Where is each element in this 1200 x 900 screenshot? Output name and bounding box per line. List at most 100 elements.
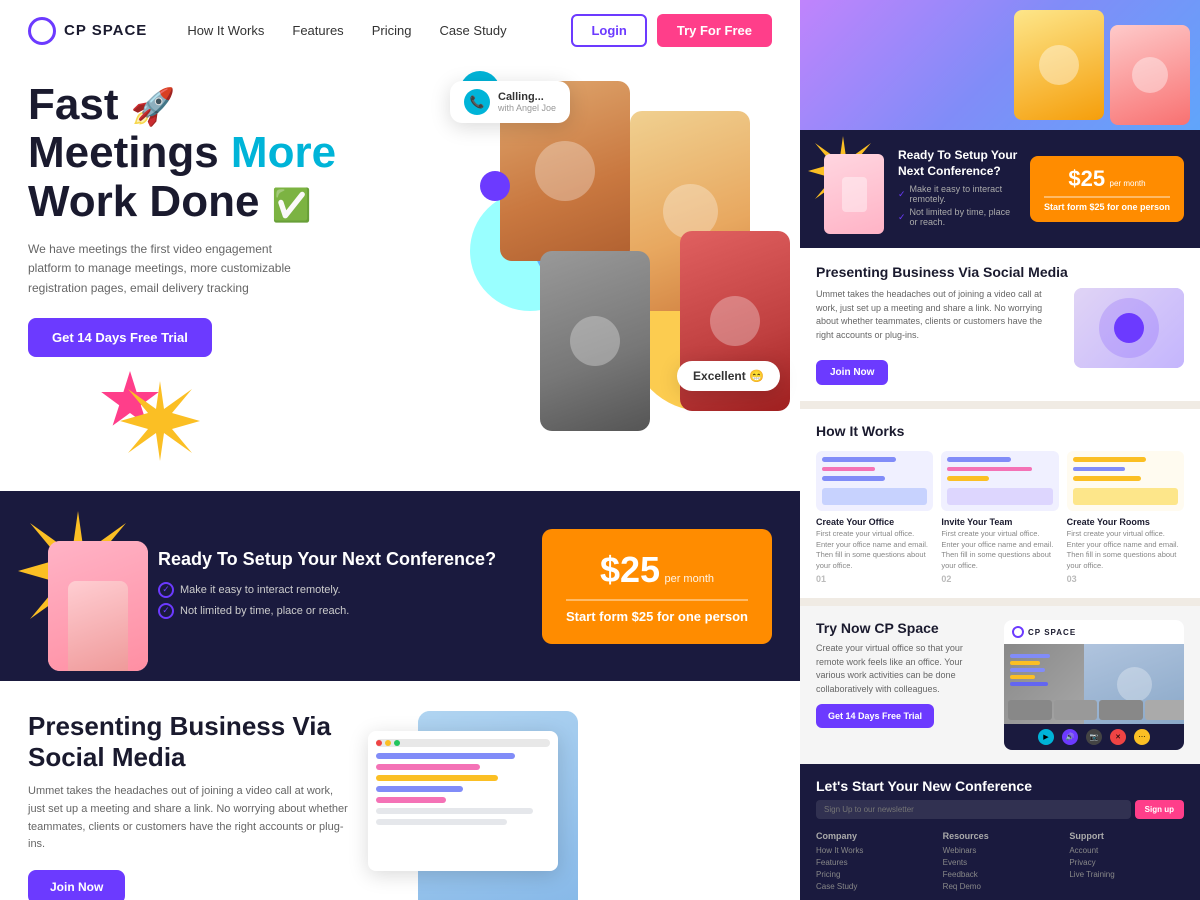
footer-resources-item-4[interactable]: Req Demo bbox=[943, 882, 1058, 891]
right-price-start: Start form $25 for one person bbox=[1044, 202, 1170, 212]
right-footer: Let's Start Your New Conference Sign up … bbox=[800, 764, 1200, 900]
extra-control[interactable]: ⋯ bbox=[1134, 729, 1150, 745]
footer-resources: Resources Webinars Events Feedback Req D… bbox=[943, 831, 1058, 894]
video-controls: ▶ 🔊 📷 ✕ ⋯ bbox=[1004, 724, 1184, 750]
right-top-image bbox=[800, 0, 1200, 130]
footer-company: Company How It Works Features Pricing Ca… bbox=[816, 831, 931, 894]
step-1-num: 01 bbox=[816, 574, 933, 584]
browser-lines bbox=[376, 753, 550, 825]
check-icon-2: ✓ bbox=[158, 603, 174, 619]
calling-label: Calling... bbox=[498, 91, 556, 103]
social-section: Presenting Business Via Social Media Umm… bbox=[0, 681, 800, 900]
banner-check-2: ✓ Not limited by time, place or reach. bbox=[158, 603, 522, 619]
logo-icon bbox=[28, 17, 56, 45]
hero-dot-purple bbox=[480, 171, 510, 201]
step-1-name: Create Your Office bbox=[816, 517, 933, 527]
hero-line3: Work Done ✅ bbox=[28, 178, 368, 226]
step-3-name: Create Your Rooms bbox=[1067, 517, 1184, 527]
footer-company-item-2[interactable]: Features bbox=[816, 858, 931, 867]
right-presenting-img bbox=[1074, 288, 1184, 368]
step-2: Invite Your Team First create your virtu… bbox=[941, 451, 1058, 584]
excellent-bubble: Excellent 😁 bbox=[677, 361, 780, 391]
end-call-control[interactable]: ✕ bbox=[1110, 729, 1126, 745]
footer-support: Support Account Privacy Live Training bbox=[1069, 831, 1184, 894]
right-price-display: $25 per month bbox=[1044, 166, 1170, 192]
nav-case-study[interactable]: Case Study bbox=[439, 23, 506, 38]
footer-company-item-1[interactable]: How It Works bbox=[816, 846, 931, 855]
logo-text: CP SPACE bbox=[64, 22, 147, 39]
video-lines bbox=[1010, 654, 1050, 686]
login-button[interactable]: Login bbox=[571, 14, 646, 47]
right-presenting-row: Ummet takes the headaches out of joining… bbox=[816, 288, 1184, 385]
footer-support-title: Support bbox=[1069, 831, 1184, 841]
nav-features[interactable]: Features bbox=[292, 23, 343, 38]
banner-person-area bbox=[28, 521, 138, 651]
play-control[interactable]: ▶ bbox=[1038, 729, 1054, 745]
person-3 bbox=[540, 251, 650, 431]
starburst-yellow bbox=[120, 381, 200, 461]
social-browser bbox=[368, 731, 558, 871]
banner-check-1: ✓ Make it easy to interact remotely. bbox=[158, 582, 522, 598]
try-text: Try Now CP Space Create your virtual off… bbox=[816, 620, 992, 728]
video-control[interactable]: 📷 bbox=[1086, 729, 1102, 745]
step-3-num: 03 bbox=[1067, 574, 1184, 584]
logo[interactable]: CP SPACE bbox=[28, 17, 147, 45]
step-2-num: 02 bbox=[941, 574, 1058, 584]
hero-text: Fast 🚀 Meetings More Work Done ✅ We have… bbox=[28, 81, 368, 357]
footer-support-item-3[interactable]: Live Training bbox=[1069, 870, 1184, 879]
footer-support-item-1[interactable]: Account bbox=[1069, 846, 1184, 855]
right-card-content: Ready To Setup Your Next Conference? ✓ M… bbox=[898, 148, 1018, 230]
signup-button[interactable]: Sign up bbox=[1135, 800, 1184, 819]
banner-title: Ready To Setup Your Next Conference? bbox=[158, 548, 522, 571]
right-presenting-text: Ummet takes the headaches out of joining… bbox=[816, 288, 1062, 385]
right-panel: Ready To Setup Your Next Conference? ✓ M… bbox=[800, 0, 1200, 900]
right-join-button[interactable]: Join Now bbox=[816, 360, 888, 385]
navbar: CP SPACE How It Works Features Pricing C… bbox=[0, 0, 800, 61]
try-cta-button[interactable]: Get 14 Days Free Trial bbox=[816, 704, 934, 728]
right-card-person bbox=[824, 154, 884, 234]
volume-control[interactable]: 🔊 bbox=[1062, 729, 1078, 745]
nav-actions: Login Try For Free bbox=[571, 14, 772, 47]
footer-support-item-2[interactable]: Privacy bbox=[1069, 858, 1184, 867]
try-free-button[interactable]: Try For Free bbox=[657, 14, 772, 47]
main-panel: CP SPACE How It Works Features Pricing C… bbox=[0, 0, 800, 900]
right-check-2: ✓ Not limited by time, place or reach. bbox=[898, 207, 1018, 227]
price-start: Start form $25 for one person bbox=[566, 609, 748, 624]
footer-resources-item-3[interactable]: Feedback bbox=[943, 870, 1058, 879]
join-now-button[interactable]: Join Now bbox=[28, 870, 125, 900]
step-1-img bbox=[816, 451, 933, 511]
step-2-img bbox=[941, 451, 1058, 511]
video-preview: CP SPACE bbox=[1004, 620, 1184, 750]
footer-resources-item-1[interactable]: Webinars bbox=[943, 846, 1058, 855]
hero-line1: Fast 🚀 bbox=[28, 81, 368, 129]
step-2-name: Invite Your Team bbox=[941, 517, 1058, 527]
dark-banner: Ready To Setup Your Next Conference? ✓ M… bbox=[0, 491, 800, 681]
price-box: $25 per month Start form $25 for one per… bbox=[542, 529, 772, 644]
right-person-area bbox=[816, 144, 886, 234]
hero-subtitle: We have meetings the first video engagem… bbox=[28, 240, 308, 298]
try-desc: Create your virtual office so that your … bbox=[816, 642, 992, 696]
hero-line2: Meetings More bbox=[28, 129, 368, 177]
social-text: Presenting Business Via Social Media Umm… bbox=[28, 711, 348, 900]
how-title: How It Works bbox=[816, 423, 1184, 439]
footer-columns: Company How It Works Features Pricing Ca… bbox=[816, 831, 1184, 894]
footer-resources-item-2[interactable]: Events bbox=[943, 858, 1058, 867]
newsletter-input[interactable] bbox=[816, 800, 1131, 819]
trial-button[interactable]: Get 14 Days Free Trial bbox=[28, 318, 212, 357]
footer-company-item-3[interactable]: Pricing bbox=[816, 870, 931, 879]
nav-how-it-works[interactable]: How It Works bbox=[187, 23, 264, 38]
video-logo-icon bbox=[1012, 626, 1024, 638]
footer-resources-title: Resources bbox=[943, 831, 1058, 841]
banner-person bbox=[48, 541, 148, 671]
nav-pricing[interactable]: Pricing bbox=[372, 23, 412, 38]
hero-more: More bbox=[231, 128, 336, 177]
step-3-desc: First create your virtual office. Enter … bbox=[1067, 529, 1184, 571]
right-check-1: ✓ Make it easy to interact remotely. bbox=[898, 184, 1018, 204]
video-brand: CP SPACE bbox=[1028, 628, 1076, 637]
banner-content: Ready To Setup Your Next Conference? ✓ M… bbox=[158, 548, 522, 623]
calling-sub: with Angel Joe bbox=[498, 103, 556, 113]
step-3-img bbox=[1067, 451, 1184, 511]
calling-card: 📞 Calling... with Angel Joe bbox=[450, 81, 570, 123]
try-now-section: Try Now CP Space Create your virtual off… bbox=[800, 598, 1200, 764]
footer-company-item-4[interactable]: Case Study bbox=[816, 882, 931, 891]
